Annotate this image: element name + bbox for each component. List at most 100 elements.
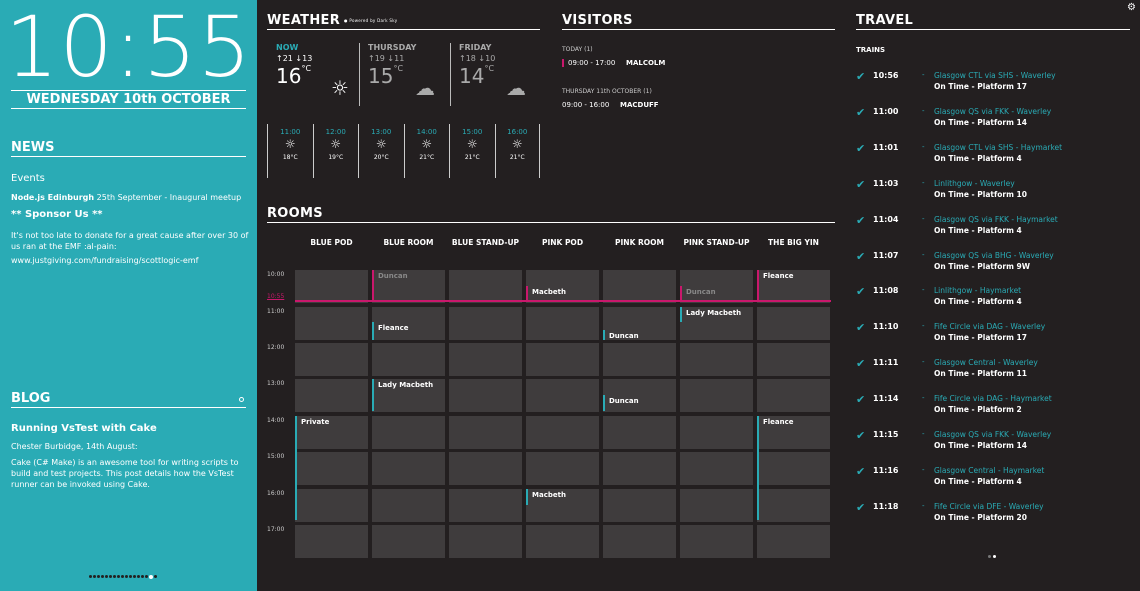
train-route: Glasgow QS via FKK - Haymarket — [934, 214, 1058, 224]
room-booking[interactable]: Fleance — [757, 416, 830, 520]
train-dash: - — [922, 71, 925, 79]
blog-heading: BLOG — [11, 391, 246, 408]
blog-post-title[interactable]: Running VsTest with Cake — [11, 423, 249, 434]
blog-indicator-icon — [239, 397, 244, 402]
room-slot[interactable] — [757, 379, 830, 412]
room-slot[interactable] — [372, 489, 445, 522]
room-booking[interactable]: Macbeth — [526, 489, 599, 505]
room-slot[interactable] — [526, 416, 599, 449]
pager-dot[interactable] — [145, 575, 148, 578]
weather-heading-text: WEATHER — [267, 13, 341, 28]
pager-dot[interactable] — [93, 575, 96, 578]
room-booking[interactable]: Duncan — [680, 286, 753, 300]
room-slot[interactable] — [603, 416, 676, 449]
room-slot[interactable] — [372, 525, 445, 558]
room-slot[interactable] — [526, 525, 599, 558]
pager-dot[interactable] — [105, 575, 108, 578]
visitors-today-text: TODAY — [562, 46, 583, 53]
room-slot[interactable] — [526, 307, 599, 340]
room-booking[interactable]: Lady Macbeth — [680, 307, 753, 322]
room-slot[interactable] — [603, 270, 676, 303]
train-dash: - — [922, 214, 925, 223]
room-slot[interactable] — [603, 525, 676, 558]
room-slot[interactable] — [295, 270, 368, 303]
room-slot[interactable] — [295, 379, 368, 412]
room-slot[interactable] — [449, 343, 522, 376]
hourly-item: 12:00 ☼ 19°C — [312, 124, 359, 178]
train-time: 11:07 — [873, 250, 899, 260]
room-slot[interactable] — [680, 489, 753, 522]
pager-dot[interactable] — [117, 575, 120, 578]
room-slot[interactable] — [603, 489, 676, 522]
room-slot[interactable] — [603, 452, 676, 485]
pager-dot[interactable] — [113, 575, 116, 578]
pager-dot[interactable] — [89, 575, 92, 578]
train-status: On Time - Platform 9W — [934, 261, 1030, 271]
pager-dot[interactable] — [988, 555, 991, 558]
visitor-name: MACDUFF — [620, 101, 659, 109]
room-slot[interactable] — [449, 525, 522, 558]
weather-temp: 16°C — [276, 64, 312, 88]
room-slot[interactable] — [757, 525, 830, 558]
room-slot[interactable] — [449, 307, 522, 340]
room-slot[interactable] — [295, 525, 368, 558]
blog-pager[interactable] — [89, 574, 157, 579]
pager-dot[interactable] — [121, 575, 124, 578]
room-slot[interactable] — [372, 452, 445, 485]
room-slot[interactable] — [449, 270, 522, 303]
pager-dot-active[interactable] — [993, 555, 996, 558]
room-slot[interactable] — [526, 452, 599, 485]
clock-date: WEDNESDAY 10th OCTOBER — [11, 90, 246, 109]
room-slot[interactable] — [372, 343, 445, 376]
pager-dot[interactable] — [101, 575, 104, 578]
room-booking[interactable]: Macbeth — [526, 286, 599, 300]
room-slot[interactable] — [295, 307, 368, 340]
room-booking[interactable]: Private — [295, 416, 368, 520]
room-slot[interactable] — [449, 452, 522, 485]
room-slot[interactable] — [449, 379, 522, 412]
room-booking[interactable]: Duncan — [372, 270, 445, 300]
pager-dot[interactable] — [129, 575, 132, 578]
room-slot[interactable] — [449, 489, 522, 522]
room-slot[interactable] — [680, 525, 753, 558]
travel-pager[interactable] — [988, 555, 996, 558]
check-icon: ✔ — [856, 393, 866, 407]
room-booking[interactable]: Lady Macbeth — [372, 379, 445, 411]
train-route: Fife Circle via DFE - Waverley — [934, 501, 1044, 511]
room-booking[interactable]: Fleance — [372, 322, 445, 340]
pager-dot[interactable] — [109, 575, 112, 578]
pager-dot[interactable] — [154, 575, 157, 578]
train-status: On Time - Platform 20 — [934, 512, 1027, 522]
weather-minmax: ↑21 ↓13 — [276, 54, 313, 63]
room-booking[interactable]: Fleance — [757, 270, 830, 300]
room-slot[interactable] — [680, 379, 753, 412]
settings-gear-icon[interactable]: ⚙ — [1127, 2, 1136, 13]
hourly-time: 13:00 — [371, 128, 392, 136]
room-slot[interactable] — [603, 343, 676, 376]
room-booking[interactable]: Duncan — [603, 395, 676, 411]
room-slot[interactable] — [526, 379, 599, 412]
pager-dot-active[interactable] — [149, 574, 153, 579]
room-slot[interactable] — [680, 452, 753, 485]
room-slot[interactable] — [757, 343, 830, 376]
hourly-time: 11:00 — [280, 128, 301, 136]
pager-dot[interactable] — [97, 575, 100, 578]
room-slot[interactable] — [680, 343, 753, 376]
pager-dot[interactable] — [141, 575, 144, 578]
weather-temp: 15°C — [368, 64, 416, 88]
donate-link[interactable]: www.justgiving.com/fundraising/scottlogi… — [11, 255, 249, 266]
room-slot[interactable] — [449, 416, 522, 449]
train-row: ✔ 11:04 - Glasgow QS via FKK - Haymarket On … — [856, 214, 1126, 244]
room-slot[interactable] — [680, 416, 753, 449]
room-slot[interactable] — [526, 343, 599, 376]
sun-icon: ☼ — [331, 76, 349, 100]
sun-icon: ☼ — [375, 137, 387, 151]
pager-dot[interactable] — [125, 575, 128, 578]
room-slot[interactable] — [757, 307, 830, 340]
room-slot[interactable] — [295, 343, 368, 376]
room-slot[interactable] — [372, 416, 445, 449]
weather-temp-unit: °C — [484, 64, 495, 73]
pager-dot[interactable] — [133, 575, 136, 578]
room-booking[interactable]: Duncan — [603, 330, 676, 340]
pager-dot[interactable] — [137, 575, 140, 578]
